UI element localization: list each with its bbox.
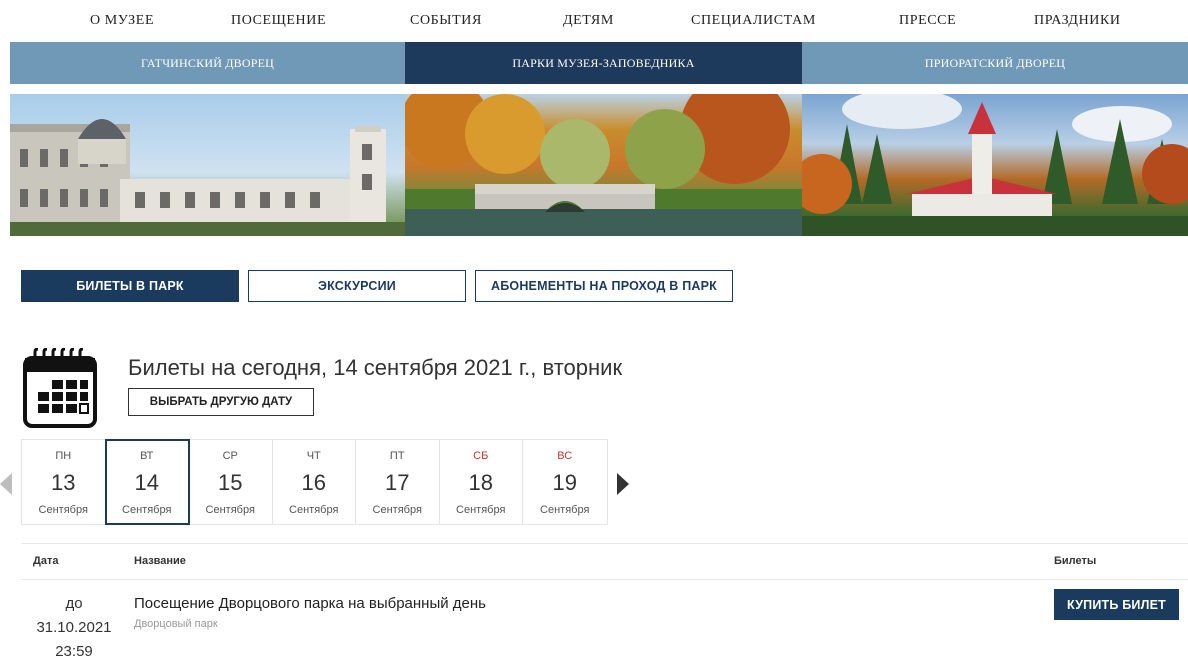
ticket-location: Дворцовый парк	[134, 618, 218, 630]
day-picker: ПН 13 Сентября ВТ 14 Сентября СР 15 Сентября ЧТ 16…	[21, 439, 608, 525]
buy-ticket-button[interactable]: КУПИТЬ БИЛЕТ	[1054, 589, 1179, 620]
day-month: Сентября	[38, 504, 88, 516]
day-cell[interactable]: ЧТ 16 Сентября	[273, 440, 356, 524]
park-bridge-image[interactable]	[405, 94, 802, 236]
nav-about[interactable]: О МУЗЕЕ	[90, 13, 154, 29]
day-cell[interactable]: СБ 18 Сентября	[440, 440, 523, 524]
column-header-date: Дата	[33, 555, 59, 567]
day-of-week: СБ	[473, 450, 489, 462]
date-value: 31.10.2021	[36, 619, 112, 636]
table-divider	[21, 543, 1188, 544]
day-of-week: ПН	[55, 450, 72, 462]
tab-priory-palace[interactable]: ПРИОРАТСКИЙ ДВОРЕЦ	[802, 42, 1188, 84]
day-month: Сентября	[289, 504, 339, 516]
day-cell[interactable]: ПТ 17 Сентября	[356, 440, 440, 524]
day-of-week: ПТ	[389, 450, 405, 462]
nav-events[interactable]: СОБЫТИЯ	[410, 13, 482, 29]
day-number: 19	[552, 470, 577, 495]
day-number: 13	[51, 470, 76, 495]
day-cell[interactable]: ВС 19 Сентября	[523, 440, 607, 524]
day-month: Сентября	[372, 504, 422, 516]
table-divider	[21, 579, 1188, 580]
day-month: Сентября	[122, 504, 172, 516]
column-header-tickets: Билеты	[1054, 555, 1097, 567]
ticket-validity-date: до 31.10.2021 23:59	[21, 592, 127, 663]
choose-date-button[interactable]: ВЫБРАТЬ ДРУГУЮ ДАТУ	[128, 388, 314, 416]
time-value: 23:59	[55, 643, 93, 660]
day-of-week: ВС	[557, 450, 573, 462]
calendar-icon	[22, 347, 98, 428]
tab-park-subscriptions[interactable]: АБОНЕМЕНТЫ НА ПРОХОД В ПАРК	[475, 270, 733, 302]
day-of-week: ВТ	[140, 450, 154, 462]
day-cell[interactable]: ВТ 14 Сентября	[104, 439, 190, 525]
day-cell[interactable]: СР 15 Сентября	[189, 440, 273, 524]
page-title: Билеты на сегодня, 14 сентября 2021 г., …	[128, 355, 623, 380]
date-prefix: до	[65, 595, 83, 612]
tab-museum-parks[interactable]: ПАРКИ МУЗЕЯ-ЗАПОВЕДНИКА	[405, 42, 802, 84]
section-navigation: ГАТЧИНСКИЙ ДВОРЕЦ ПАРКИ МУЗЕЯ-ЗАПОВЕДНИК…	[10, 42, 1188, 84]
day-of-week: СР	[222, 450, 238, 462]
nav-press[interactable]: ПРЕССЕ	[899, 13, 956, 29]
day-of-week: ЧТ	[306, 450, 321, 462]
priory-palace-image[interactable]	[802, 94, 1188, 236]
tab-gatchina-palace[interactable]: ГАТЧИНСКИЙ ДВОРЕЦ	[10, 42, 405, 84]
next-week-arrow-icon[interactable]	[617, 473, 629, 495]
nav-holidays[interactable]: ПРАЗДНИКИ	[1034, 13, 1121, 29]
day-number: 17	[385, 470, 410, 495]
day-number: 14	[134, 470, 159, 495]
banner	[10, 94, 1188, 236]
day-number: 18	[468, 470, 493, 495]
day-number: 15	[218, 470, 243, 495]
day-number: 16	[301, 470, 326, 495]
column-header-name: Название	[134, 555, 186, 567]
day-month: Сентября	[540, 504, 590, 516]
tab-excursions[interactable]: ЭКСКУРСИИ	[248, 270, 466, 302]
day-cell[interactable]: ПН 13 Сентября	[22, 440, 106, 524]
gatchina-palace-image[interactable]	[10, 94, 405, 236]
nav-visit[interactable]: ПОСЕЩЕНИЕ	[231, 13, 326, 29]
tab-park-tickets[interactable]: БИЛЕТЫ В ПАРК	[21, 270, 239, 302]
day-month: Сентября	[205, 504, 255, 516]
day-month: Сентября	[456, 504, 506, 516]
nav-specialists[interactable]: СПЕЦИАЛИСТАМ	[691, 13, 816, 29]
nav-children[interactable]: ДЕТЯМ	[563, 13, 614, 29]
ticket-title[interactable]: Посещение Дворцового парка на выбранный …	[134, 595, 486, 612]
prev-week-arrow-icon[interactable]	[0, 473, 12, 495]
top-navigation: О МУЗЕЕ ПОСЕЩЕНИЕ СОБЫТИЯ ДЕТЯМ СПЕЦИАЛИ…	[10, 0, 1188, 42]
